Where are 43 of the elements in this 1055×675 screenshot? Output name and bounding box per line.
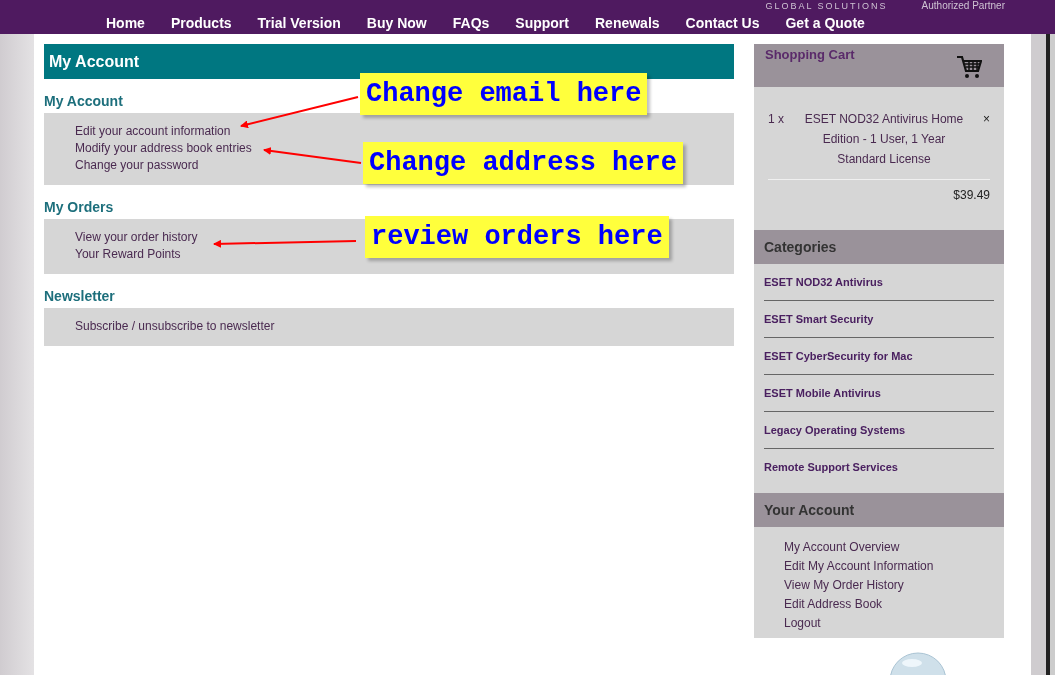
account-link[interactable]: Your Reward Points [75,246,181,263]
item-quantity: 1 x [768,111,785,128]
callout-note: Change address here [363,142,683,184]
category-link[interactable]: Remote Support Services [764,449,994,485]
account-link[interactable]: Subscribe / unsubscribe to newsletter [75,318,275,335]
callout-note: review orders here [365,216,669,258]
category-link[interactable]: ESET Smart Security [764,301,994,338]
nav-link[interactable]: Support [515,15,569,32]
account-link[interactable]: Edit My Account Information [784,557,934,576]
account-link[interactable]: My Account Overview [784,538,900,557]
account-link[interactable]: Logout [784,614,821,633]
categories-header: Categories [754,230,1004,264]
account-link[interactable]: Edit your account information [75,123,231,140]
nav-link[interactable]: Renewals [595,15,660,32]
account-link[interactable]: View your order history [75,229,198,246]
remove-button[interactable]: × [970,109,990,169]
section-heading: Newsletter [44,288,115,304]
account-link[interactable]: Modify your address book entries [75,140,252,157]
account-link[interactable]: View My Order History [784,576,904,595]
nav-link[interactable]: FAQs [452,15,490,32]
partner-label: Authorized Partner [921,0,1005,12]
callout-note: Change email here [360,73,648,115]
page-title: My Account [44,44,734,79]
cart-total: $39.49 [768,179,990,202]
category-link[interactable]: ESET Mobile Antivirus [764,375,994,412]
section-heading: My Orders [44,199,114,215]
section-heading: My Account [44,93,123,109]
nav-link[interactable]: Home [106,15,145,32]
nav-link[interactable]: Get a Quote [785,15,865,32]
account-link[interactable]: Edit Address Book [784,595,883,614]
scrollbar[interactable] [1031,34,1046,675]
cart-title: Shopping Cart [765,46,855,64]
nav-link[interactable]: Contact Us [685,15,760,32]
nav-link[interactable]: Buy Now [366,15,427,32]
account-header: Your Account [754,493,1004,527]
category-link[interactable]: ESET NOD32 Antivirus [764,264,994,301]
nav-link[interactable]: Products [170,15,232,32]
account-link[interactable]: Change your password [75,157,199,174]
category-link[interactable]: Legacy Operating Systems [764,412,994,449]
category-link[interactable]: ESET CyberSecurity for Mac [764,338,994,375]
nav-link[interactable]: Trial Version [257,15,341,32]
brand-tagline: GLOBAL SOLUTIONS [765,0,888,12]
cart-item-link[interactable]: ESET NOD32 Antivirus Home Edition - 1 User, 1 Year Standard License [798,109,970,169]
